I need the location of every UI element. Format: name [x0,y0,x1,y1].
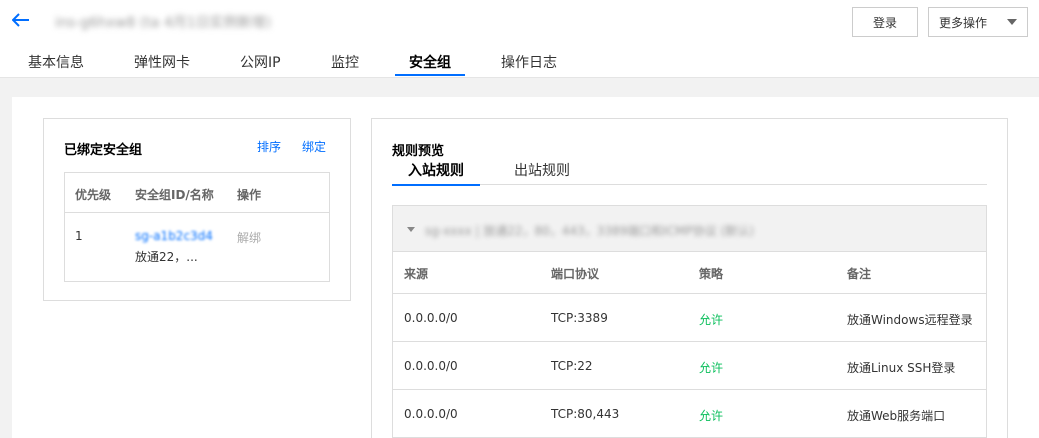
rule-note: 放通Web服务端口 [847,409,946,423]
priority-value: 1 [75,229,83,243]
tab-basic-info[interactable]: 基本信息 [28,48,84,78]
sg-group-name: sg-xxxx | 放通22，80，443，3389端口和ICMP协议 (默认) [425,224,754,238]
more-actions-label: 更多操作 [939,15,988,30]
sg-id-link[interactable]: sg-a1b2c3d4 [135,229,213,243]
page-header: ins-g6hxw8 (ta 4月1日实例新增) 登录 更多操作 基本信息 弹性… [0,0,1039,78]
chevron-down-icon [1007,19,1017,25]
rule-port: TCP:3389 [551,311,608,325]
bind-link[interactable]: 绑定 [302,138,326,155]
sg-rule-group: sg-xxxx | 放通22，80，443，3389端口和ICMP协议 (默认)… [392,205,987,438]
bound-sg-table: 优先级 安全组ID/名称 操作 1 sg-a1b2c3d4 放通22，... 解… [64,172,330,282]
table-row: 0.0.0.0/0 TCP:80,443 允许 放通Web服务端口 [393,390,986,438]
bound-sg-title: 已绑定安全组 [64,143,143,158]
tab-monitoring[interactable]: 监控 [331,48,359,78]
tab-security-group[interactable]: 安全组 [395,48,465,78]
tab-inbound-rules[interactable]: 入站规则 [392,160,480,186]
col-port-protocol: 端口协议 [551,267,600,281]
rule-source: 0.0.0.0/0 [404,311,458,325]
col-sg-id-name: 安全组ID/名称 [135,188,214,202]
table-row: 0.0.0.0/0 TCP:3389 允许 放通Windows远程登录 [393,294,986,342]
rule-source: 0.0.0.0/0 [404,359,458,373]
tab-outbound-rules[interactable]: 出站规则 [514,160,570,185]
rule-preview-card: 规则预览 入站规则 出站规则 sg-xxxx | 放通22，80，443，338… [371,118,1008,438]
tab-elastic-nic[interactable]: 弹性网卡 [134,48,190,78]
rule-preview-title: 规则预览 [392,144,445,159]
sg-group-header[interactable]: sg-xxxx | 放通22，80，443，3389端口和ICMP协议 (默认) [393,206,986,252]
rules-table-header: 来源 端口协议 策略 备注 [393,252,986,294]
col-source: 来源 [404,267,429,281]
tab-bar: 基本信息 弹性网卡 公网IP 监控 安全组 操作日志 [0,48,700,78]
rule-tabs: 入站规则 出站规则 [392,160,987,186]
rule-policy: 允许 [699,361,724,375]
col-policy: 策略 [699,267,724,281]
instance-title: ins-g6hxw8 (ta 4月1日实例新增) [55,15,272,31]
caret-down-icon[interactable] [407,227,415,232]
bound-security-group-card: 已绑定安全组 排序 绑定 优先级 安全组ID/名称 操作 1 sg-a1b2c3… [43,118,351,301]
rule-port: TCP:22 [551,359,593,373]
col-note: 备注 [847,267,872,281]
table-row: 0.0.0.0/0 TCP:22 允许 放通Linux SSH登录 [393,342,986,390]
table-header: 优先级 安全组ID/名称 操作 [65,173,329,213]
sort-link[interactable]: 排序 [257,138,281,155]
tab-public-ip[interactable]: 公网IP [240,48,281,78]
rule-port: TCP:80,443 [551,407,620,421]
rule-policy: 允许 [699,409,724,423]
tab-operation-log[interactable]: 操作日志 [501,48,557,78]
more-actions-dropdown[interactable]: 更多操作 [928,7,1028,37]
rule-note: 放通Linux SSH登录 [847,361,956,375]
rule-source: 0.0.0.0/0 [404,407,458,421]
unbind-link[interactable]: 解绑 [237,229,261,246]
col-action: 操作 [237,188,262,202]
sg-name: 放通22，... [135,250,198,264]
rule-policy: 允许 [699,313,724,327]
back-arrow-icon[interactable] [10,9,32,31]
rule-note: 放通Windows远程登录 [847,313,973,327]
content-panel: 已绑定安全组 排序 绑定 优先级 安全组ID/名称 操作 1 sg-a1b2c3… [12,97,1039,438]
login-button[interactable]: 登录 [852,7,918,37]
col-priority: 优先级 [75,188,112,202]
